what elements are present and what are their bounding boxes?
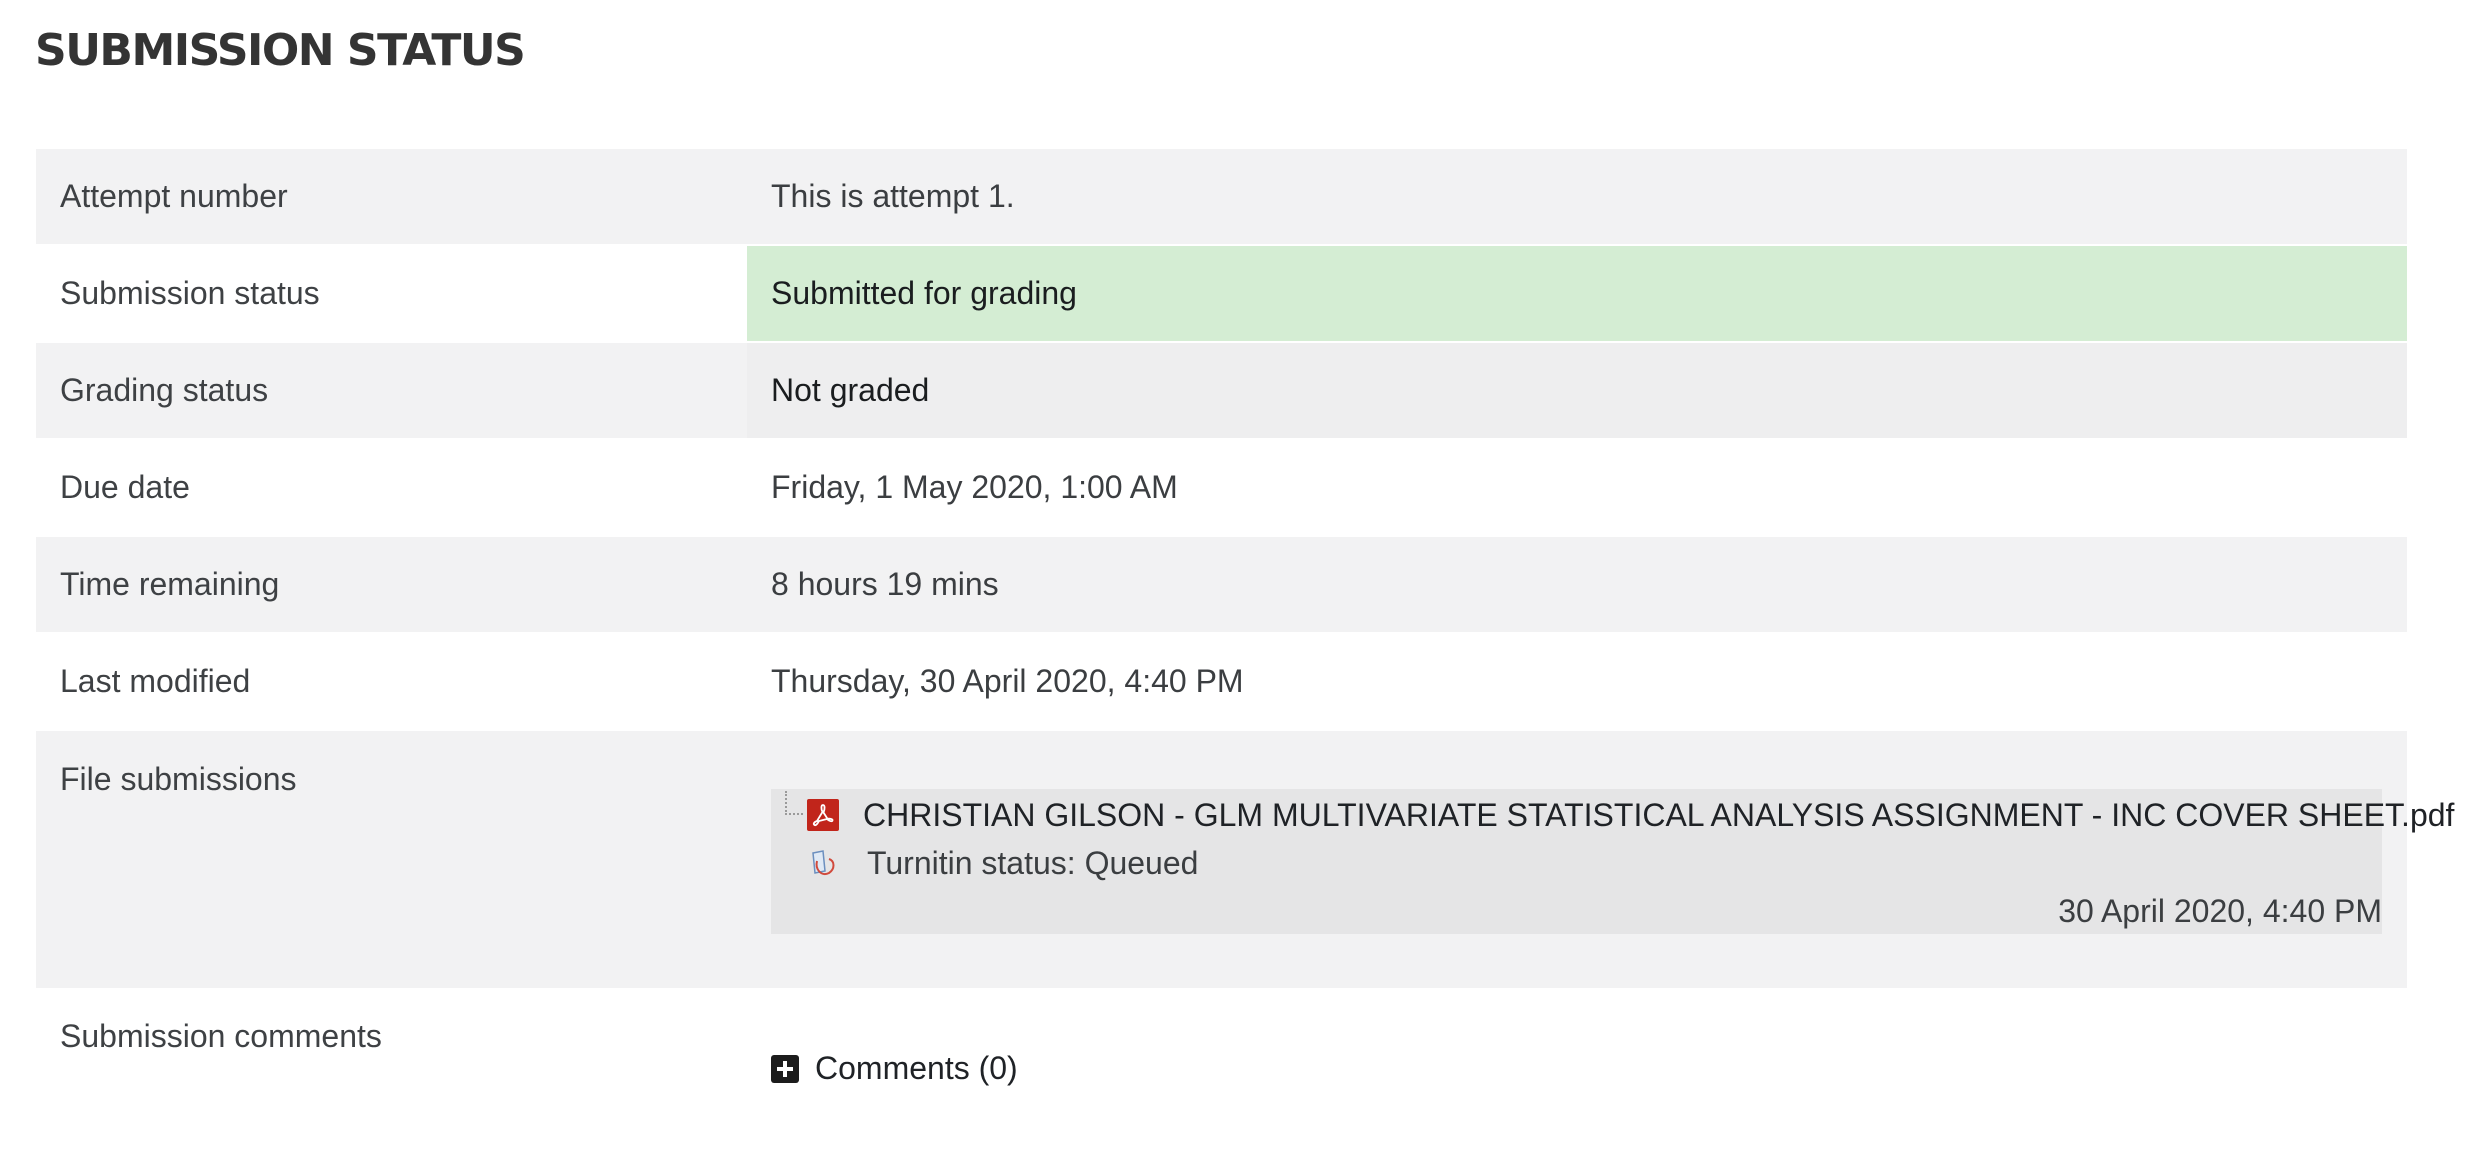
tree-connector — [785, 791, 803, 815]
due-date-value: Friday, 1 May 2020, 1:00 AM — [747, 438, 2407, 536]
page-title: SUBMISSION STATUS — [35, 25, 526, 76]
last-modified-value: Thursday, 30 April 2020, 4:40 PM — [747, 632, 2407, 730]
pdf-icon — [807, 799, 839, 831]
submission-status-table: Attempt number This is attempt 1. Submis… — [36, 147, 2454, 1159]
grading-status-row: Grading status Not graded — [36, 341, 2407, 439]
last-modified-row: Last modified Thursday, 30 April 2020, 4… — [36, 632, 2407, 730]
plus-square-icon — [771, 1054, 799, 1083]
submission-comments-label: Submission comments — [36, 988, 747, 1159]
file-submissions-label: File submissions — [36, 729, 747, 989]
comments-toggle-label: Comments (0) — [815, 1050, 1018, 1086]
file-submissions-value: CHRISTIAN GILSON - GLM MULTIVARIATE STAT… — [747, 729, 2454, 989]
file-submissions-row: File submissions CHRISTIAN GILSON - GLM … — [36, 729, 2454, 989]
submission-status-value: Submitted for grading — [747, 244, 2407, 342]
grading-status-value: Not graded — [747, 341, 2407, 439]
comments-toggle-link[interactable]: Comments (0) — [771, 1050, 1018, 1087]
attempt-number-label: Attempt number — [36, 147, 747, 245]
submission-comments-row: Submission comments Comments (0) — [36, 988, 2407, 1159]
time-remaining-label: Time remaining — [36, 535, 747, 633]
due-date-label: Due date — [36, 438, 747, 536]
turnitin-icon — [807, 847, 841, 881]
turnitin-status: Turnitin status: Queued — [867, 845, 1199, 881]
submission-status-row: Submission status Submitted for grading — [36, 244, 2407, 342]
submission-status-label: Submission status — [36, 244, 747, 342]
file-submission-date: 30 April 2020, 4:40 PM — [2058, 893, 2382, 929]
due-date-row: Due date Friday, 1 May 2020, 1:00 AM — [36, 438, 2407, 536]
grading-status-label: Grading status — [36, 341, 747, 439]
submission-comments-value: Comments (0) — [747, 988, 2407, 1159]
submitted-file-link[interactable]: CHRISTIAN GILSON - GLM MULTIVARIATE STAT… — [863, 795, 2454, 835]
attempt-number-row: Attempt number This is attempt 1. — [36, 147, 2407, 245]
last-modified-label: Last modified — [36, 632, 747, 730]
time-remaining-value: 8 hours 19 mins — [747, 535, 2407, 633]
attempt-number-value: This is attempt 1. — [747, 147, 2407, 245]
time-remaining-row: Time remaining 8 hours 19 mins — [36, 535, 2407, 633]
file-tree: CHRISTIAN GILSON - GLM MULTIVARIATE STAT… — [771, 789, 2454, 934]
